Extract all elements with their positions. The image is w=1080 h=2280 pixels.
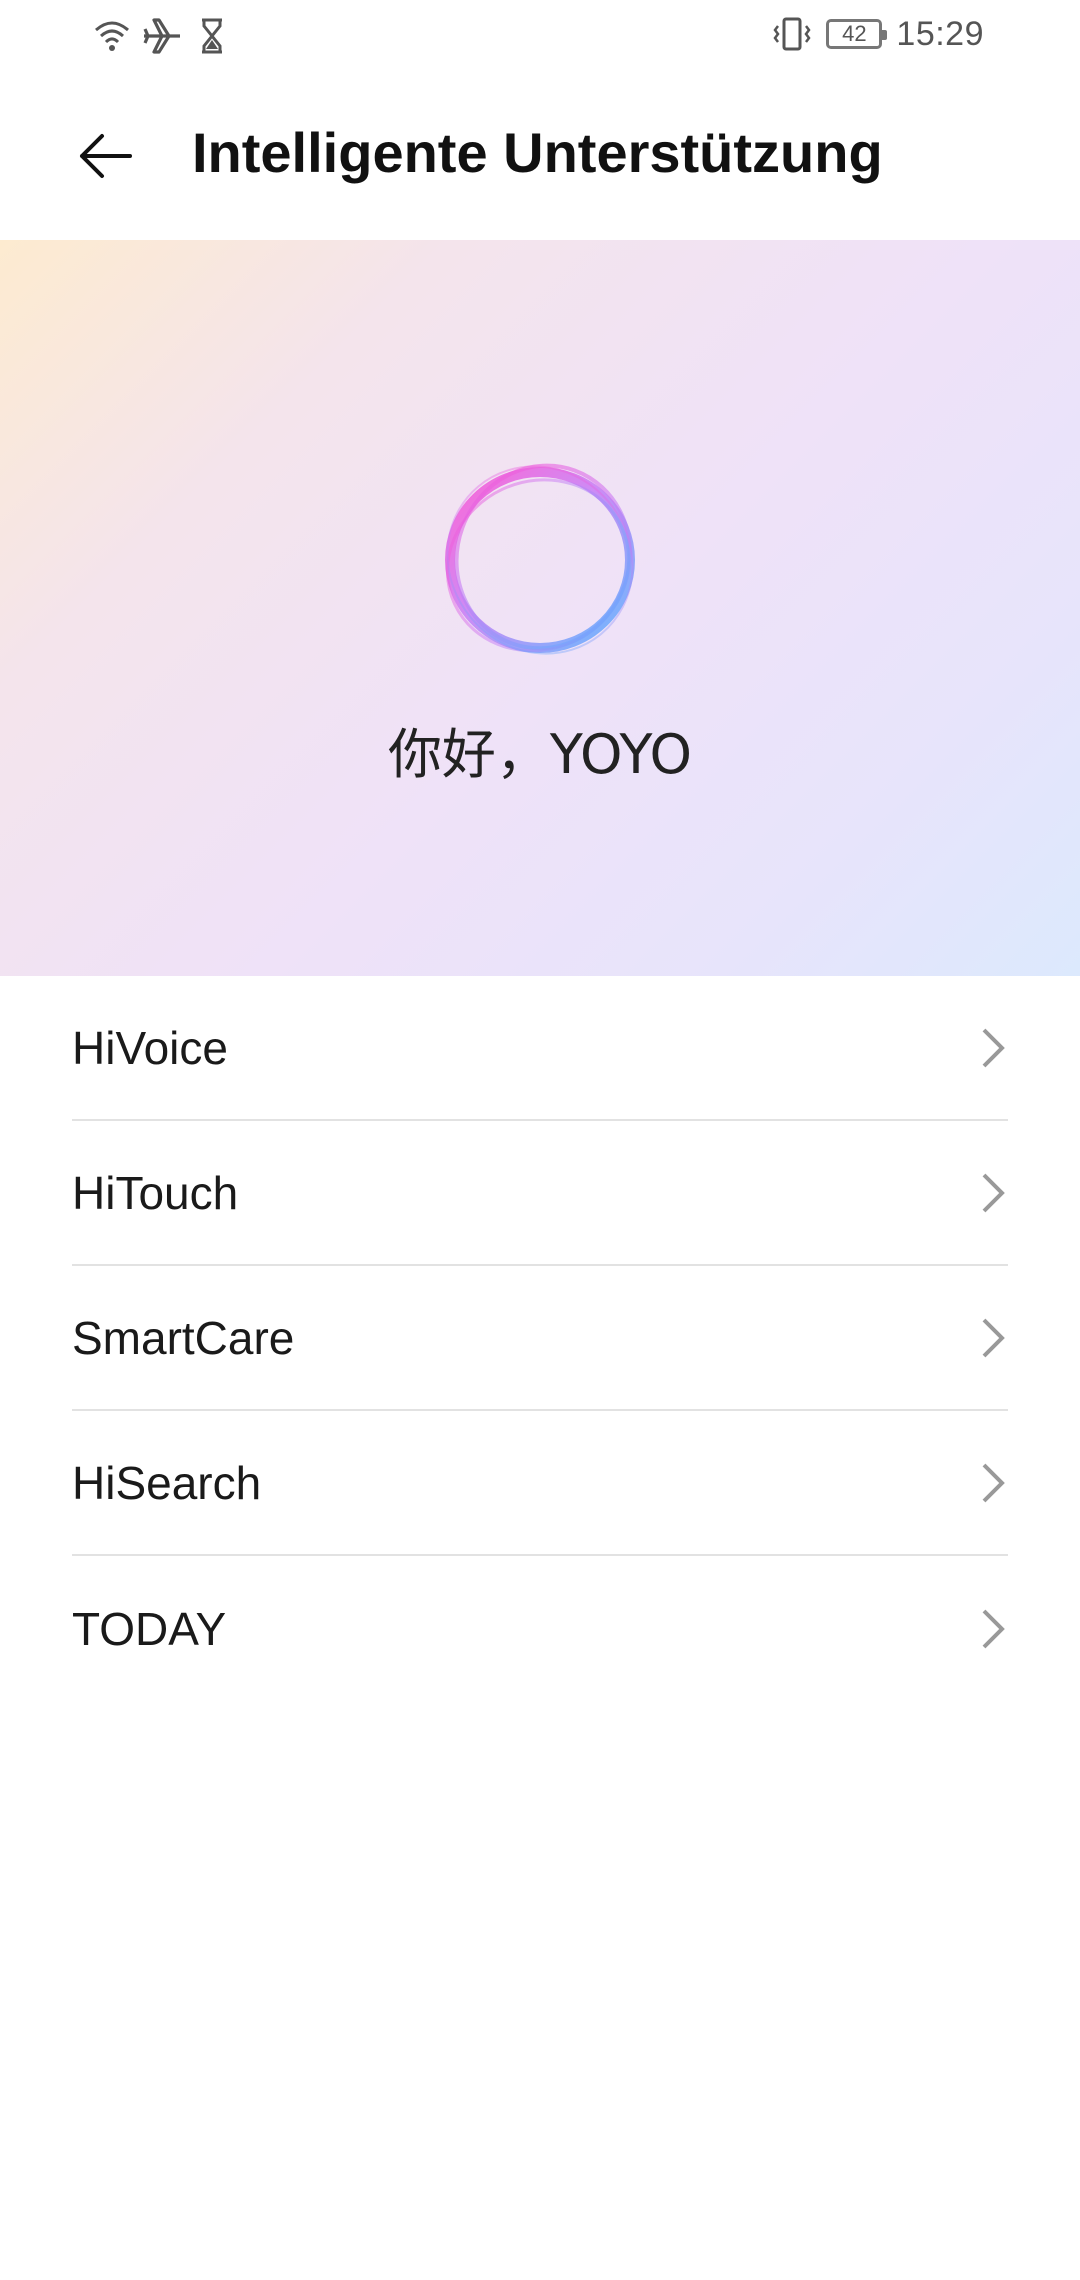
hourglass-icon: [202, 18, 222, 54]
chevron-right-icon: [982, 1173, 1005, 1212]
list-item-hivoice[interactable]: HiVoice: [72, 976, 1008, 1121]
battery-icon: 42: [826, 19, 888, 49]
battery-level: 42: [842, 21, 867, 46]
list-item-label: HiSearch: [72, 1456, 262, 1509]
list-item-today[interactable]: TODAY: [72, 1556, 1008, 1701]
status-time: 15:29: [896, 14, 984, 53]
hero-banner: 你好，YOYO: [0, 240, 1080, 976]
chevron-right-icon: [982, 1028, 1005, 1067]
status-bar: 42 15:29: [0, 0, 1080, 72]
list-item-label: HiVoice: [72, 1021, 228, 1074]
status-right: 42 15:29: [772, 14, 984, 54]
list-item-label: TODAY: [72, 1602, 227, 1655]
list-item-hitouch[interactable]: HiTouch: [72, 1121, 1008, 1266]
chevron-right-icon: [982, 1463, 1005, 1502]
chevron-right-icon: [982, 1318, 1005, 1357]
app-bar: Intelligente Unterstützung: [0, 72, 1080, 240]
list-item-label: HiTouch: [72, 1166, 239, 1219]
page-title: Intelligente Unterstützung: [192, 121, 883, 184]
list-item-hisearch[interactable]: HiSearch: [72, 1411, 1008, 1556]
wifi-icon: [95, 21, 129, 51]
status-left: [92, 16, 232, 56]
assistant-orb-icon[interactable]: [430, 450, 650, 670]
list-item-smartcare[interactable]: SmartCare: [72, 1266, 1008, 1411]
airplane-icon: [143, 18, 180, 54]
back-button[interactable]: [62, 112, 150, 200]
settings-list: HiVoice HiTouch SmartCare HiSearch TODAY: [0, 976, 1080, 1701]
list-item-label: SmartCare: [72, 1311, 295, 1364]
vibrate-icon: [773, 17, 811, 51]
chevron-right-icon: [982, 1609, 1005, 1648]
greeting-text: 你好，YOYO: [387, 723, 693, 786]
arrow-left-icon: [80, 134, 132, 178]
